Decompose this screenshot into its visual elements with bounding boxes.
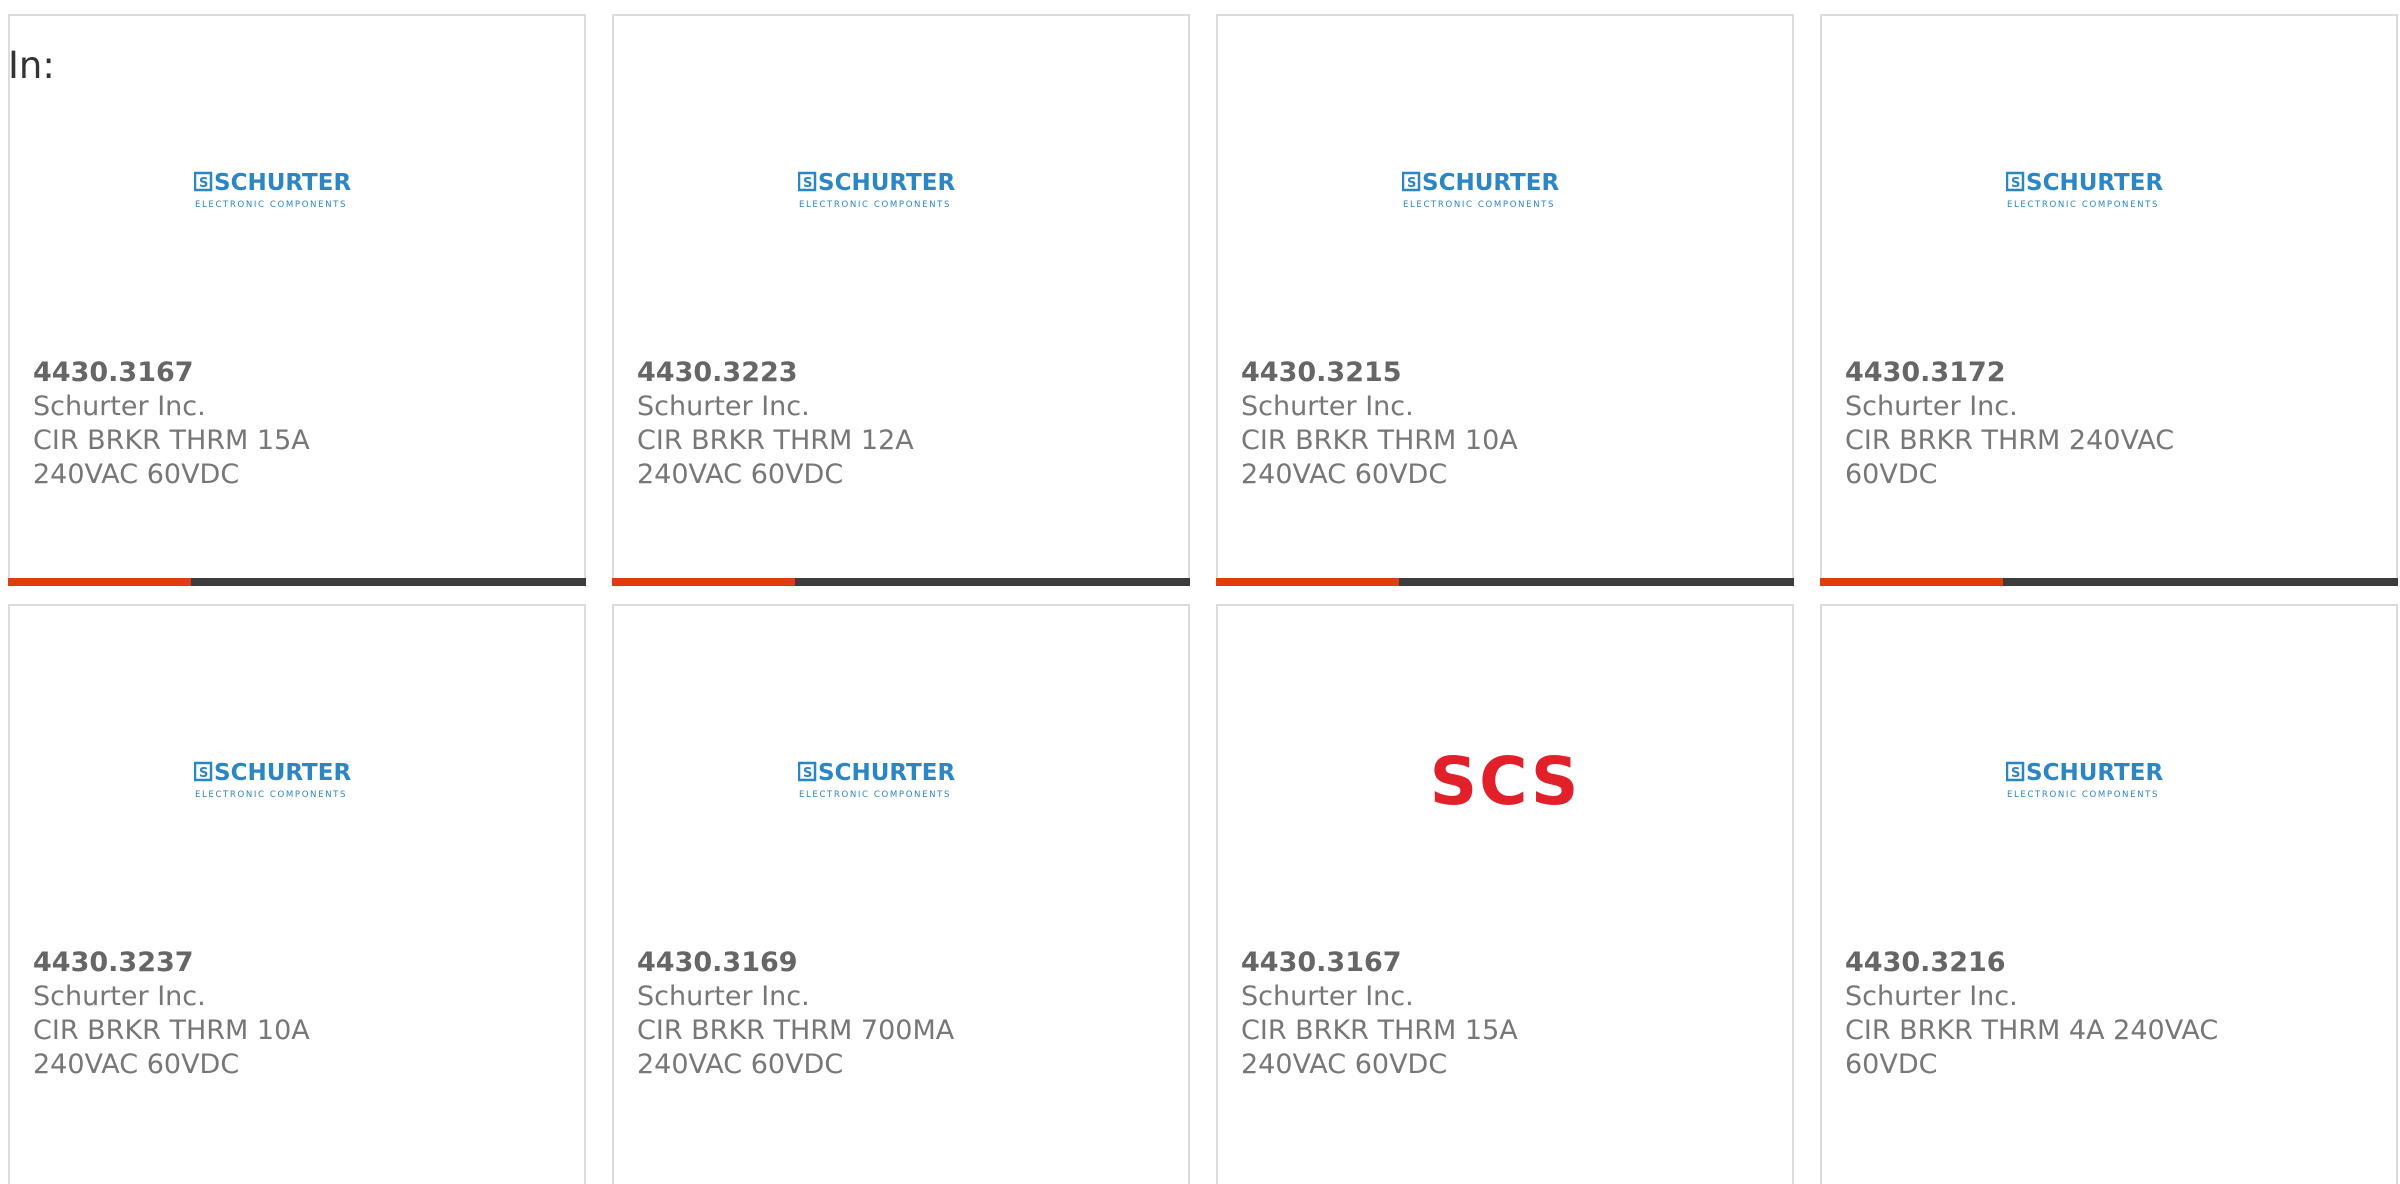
svg-text:S: S [199,176,208,191]
card-accent-bar [1216,578,1399,586]
schurter-logo-icon: S SCHURTER ELECTRONIC COMPONENTS [798,760,955,800]
product-description: CIR BRKR THRM 10A 240VAC 60VDC [1241,425,1518,490]
part-number: 4430.3167 [1241,947,1402,978]
svg-text:SCHURTER: SCHURTER [214,170,351,196]
card-accent-bar [8,578,191,586]
schurter-logo-icon: S SCHURTER ELECTRONIC COMPONENTS [1402,170,1559,210]
svg-text:ELECTRONIC COMPONENTS: ELECTRONIC COMPONENTS [2007,200,2159,210]
schurter-logo-icon: S SCHURTER ELECTRONIC COMPONENTS [194,170,351,210]
manufacturer-logo: S SCHURTER ELECTRONIC COMPONENTS [1822,746,2396,816]
manufacturer-name: Schurter Inc. [33,391,206,422]
svg-text:ELECTRONIC COMPONENTS: ELECTRONIC COMPONENTS [799,200,951,210]
in-label: In: [8,44,55,87]
card-accent-bar [612,578,795,586]
product-card[interactable]: S SCHURTER ELECTRONIC COMPONENTS 4430.32… [612,14,1190,586]
product-card[interactable]: SCS 4430.3167 Schurter Inc. CIR BRKR THR… [1216,604,1794,1184]
card-bottom-bar [612,578,1190,586]
svg-text:S: S [803,176,812,191]
part-number: 4430.3215 [1241,357,1402,388]
svg-text:S: S [803,766,812,781]
product-description: CIR BRKR THRM 4A 240VAC 60VDC [1845,1015,2219,1080]
manufacturer-name: Schurter Inc. [1241,391,1414,422]
product-card[interactable]: S SCHURTER ELECTRONIC COMPONENTS 4430.32… [8,604,586,1184]
product-description: CIR BRKR THRM 700MA 240VAC 60VDC [637,1015,955,1080]
product-description: CIR BRKR THRM 10A 240VAC 60VDC [33,1015,310,1080]
manufacturer-name: Schurter Inc. [637,391,810,422]
schurter-logo-icon: S SCHURTER ELECTRONIC COMPONENTS [2006,170,2163,210]
manufacturer-logo: SCS [1218,746,1792,816]
manufacturer-name: Schurter Inc. [1241,981,1414,1012]
svg-text:ELECTRONIC COMPONENTS: ELECTRONIC COMPONENTS [799,790,951,800]
part-number: 4430.3169 [637,947,798,978]
card-bottom-bar [1820,578,2398,586]
schurter-logo-icon: S SCHURTER ELECTRONIC COMPONENTS [2006,760,2163,800]
part-number: 4430.3237 [33,947,194,978]
manufacturer-name: Schurter Inc. [33,981,206,1012]
product-card[interactable]: S SCHURTER ELECTRONIC COMPONENTS 4430.31… [8,14,586,586]
product-card[interactable]: S SCHURTER ELECTRONIC COMPONENTS 4430.32… [1820,604,2398,1184]
card-accent-bar [1820,578,2003,586]
svg-text:ELECTRONIC COMPONENTS: ELECTRONIC COMPONENTS [2007,790,2159,800]
product-description: CIR BRKR THRM 15A 240VAC 60VDC [1241,1015,1518,1080]
product-description: CIR BRKR THRM 15A 240VAC 60VDC [33,425,310,490]
manufacturer-name: Schurter Inc. [1845,391,2018,422]
manufacturer-logo: S SCHURTER ELECTRONIC COMPONENTS [614,156,1188,226]
manufacturer-logo: S SCHURTER ELECTRONIC COMPONENTS [1822,156,2396,226]
part-number: 4430.3167 [33,357,194,388]
card-bottom-bar [1216,578,1794,586]
product-card[interactable]: S SCHURTER ELECTRONIC COMPONENTS 4430.32… [1216,14,1794,586]
svg-text:SCHURTER: SCHURTER [2026,760,2163,786]
svg-text:S: S [2011,176,2020,191]
svg-text:ELECTRONIC COMPONENTS: ELECTRONIC COMPONENTS [195,200,347,210]
part-number: 4430.3216 [1845,947,2006,978]
svg-text:SCS: SCS [1430,751,1581,811]
svg-text:SCHURTER: SCHURTER [818,170,955,196]
manufacturer-name: Schurter Inc. [637,981,810,1012]
schurter-logo-icon: S SCHURTER ELECTRONIC COMPONENTS [798,170,955,210]
scs-logo-icon: SCS [1430,751,1581,811]
product-card[interactable]: S SCHURTER ELECTRONIC COMPONENTS 4430.31… [612,604,1190,1184]
svg-text:SCHURTER: SCHURTER [2026,170,2163,196]
schurter-logo-icon: S SCHURTER ELECTRONIC COMPONENTS [194,760,351,800]
product-description: CIR BRKR THRM 12A 240VAC 60VDC [637,425,914,490]
svg-text:S: S [2011,766,2020,781]
manufacturer-name: Schurter Inc. [1845,981,2018,1012]
product-description: CIR BRKR THRM 240VAC 60VDC [1845,425,2175,490]
manufacturer-logo: S SCHURTER ELECTRONIC COMPONENTS [1218,156,1792,226]
svg-text:SCHURTER: SCHURTER [1422,170,1559,196]
svg-text:ELECTRONIC COMPONENTS: ELECTRONIC COMPONENTS [1403,200,1555,210]
part-number: 4430.3172 [1845,357,2006,388]
svg-text:SCHURTER: SCHURTER [214,760,351,786]
part-number: 4430.3223 [637,357,798,388]
svg-text:S: S [199,766,208,781]
svg-text:SCHURTER: SCHURTER [818,760,955,786]
svg-text:S: S [1407,176,1416,191]
product-card[interactable]: S SCHURTER ELECTRONIC COMPONENTS 4430.31… [1820,14,2398,586]
manufacturer-logo: S SCHURTER ELECTRONIC COMPONENTS [10,746,584,816]
svg-text:ELECTRONIC COMPONENTS: ELECTRONIC COMPONENTS [195,790,347,800]
card-bottom-bar [8,578,586,586]
manufacturer-logo: S SCHURTER ELECTRONIC COMPONENTS [10,156,584,226]
manufacturer-logo: S SCHURTER ELECTRONIC COMPONENTS [614,746,1188,816]
